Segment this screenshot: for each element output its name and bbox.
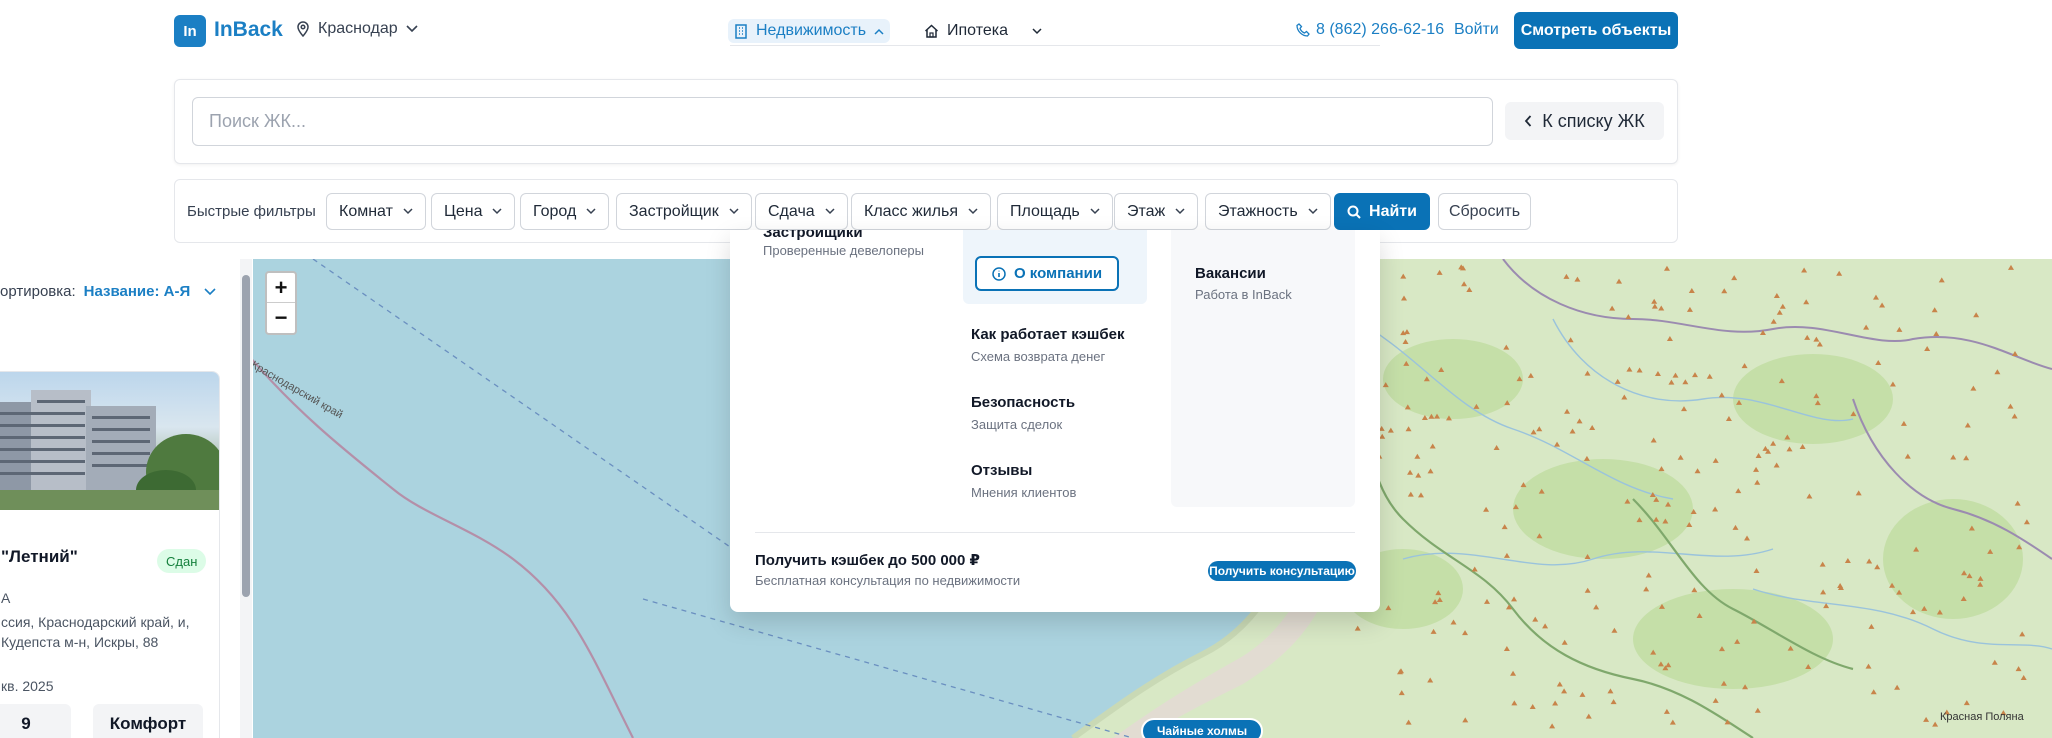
filter-chip-label: Этаж [1127,202,1166,220]
phone-icon [1296,23,1310,37]
menu-item-reviews-title[interactable]: Отзывы [971,462,1032,479]
menu-item-developers-sub: Проверенные девелоперы [763,243,924,258]
nav-mortgage-label: Ипотека [947,22,1009,39]
chevron-down-icon [729,208,739,215]
menu-item-vacancies-title[interactable]: Вакансии [1195,265,1266,282]
sort-row[interactable]: ортировка: Название: А-Я [0,283,190,300]
logo-text[interactable]: InBack [214,18,283,42]
zoom-in-button[interactable]: + [267,273,295,303]
chevron-down-icon [1090,208,1100,215]
complex-developer: A [1,590,11,606]
status-badge: Сдан [157,549,207,573]
login-link[interactable]: Войти [1454,21,1499,39]
building-photo-icon [0,390,219,510]
chevron-down-icon [403,208,413,215]
map-pin[interactable]: Чайные холмы [1141,718,1264,738]
home-icon [924,23,939,38]
back-to-list-button[interactable]: К списку ЖК [1505,102,1664,140]
menu-divider [755,532,1355,533]
map-place-label: Красная Поляна [1940,711,2024,723]
menu-item-vacancies-sub: Работа в InBack [1195,287,1292,302]
chevron-down-icon [1032,27,1042,34]
filter-chip[interactable]: Комнат [326,193,426,230]
menu-item-reviews-sub: Мнения клиентов [971,485,1077,500]
complex-title[interactable]: "Летний" [1,547,78,567]
menu-item-cashback-title[interactable]: Как работает кэшбек [971,326,1124,343]
chevron-down-icon [406,25,418,33]
filter-chip[interactable]: Этаж [1114,193,1199,230]
complex-photo[interactable] [0,372,219,510]
filter-chip-label: Площадь [1010,202,1080,220]
filter-chip[interactable]: Сдача [755,193,848,230]
complex-stat-floors: 9 [0,704,71,738]
nav-realty[interactable]: Недвижимость [728,19,891,43]
view-objects-button[interactable]: Смотреть объекты [1514,12,1678,49]
chevron-down-icon [586,208,596,215]
cashback-promo-sub: Бесплатная консультация по недвижимости [755,573,1021,588]
nav-realty-label: Недвижимость [756,22,867,39]
filter-chip-label: Комнат [339,202,393,220]
complex-delivery-date: кв. 2025 [1,678,54,694]
filter-chip[interactable]: Цена [431,193,516,230]
menu-item-cashback-sub: Схема возврата денег [971,349,1106,364]
complex-address: ссия, Краснодарский край, и, Кудепста м-… [1,614,190,650]
phone-number: 8 (862) 266-62-16 [1316,21,1445,38]
zoom-out-button[interactable]: − [267,303,295,333]
filter-chip[interactable]: Класс жилья [851,193,991,230]
about-company-label: О компании [1013,265,1103,282]
back-to-list-label: К списку ЖК [1542,110,1645,131]
logo-mark[interactable]: In [174,15,206,47]
list-scrollbar-thumb[interactable] [242,275,250,597]
city-label: Краснодар [318,20,398,37]
menu-item-security-sub: Защита сделок [971,417,1063,432]
nav-mortgage[interactable]: Ипотека [924,19,1042,43]
search-panel: К списку ЖК [174,79,1678,164]
find-button[interactable]: Найти [1334,193,1430,230]
chevron-down-icon [1308,208,1318,215]
nav-divider [730,45,1380,46]
realty-dropdown-menu: Застройщики Проверенные девелоперы О ком… [730,230,1380,612]
chevron-down-icon [825,208,835,215]
chevron-up-icon [874,28,884,35]
quick-filters-label: Быстрые фильтры [187,203,316,220]
complex-card[interactable]: "Летний" Сдан A ссия, Краснодарский край… [0,371,220,738]
city-selector[interactable]: Краснодар [296,20,418,38]
search-icon [1347,205,1361,219]
location-pin-icon [297,21,309,37]
filter-chip-label: Цена [444,202,483,220]
info-icon [992,266,1006,281]
filter-chip[interactable]: Застройщик [616,193,752,230]
zoom-control: + − [265,271,297,335]
chevron-down-icon [492,208,502,215]
filter-chip-label: Класс жилья [864,202,958,220]
about-company-button[interactable]: О компании [975,256,1119,291]
filter-chip[interactable]: Площадь [997,193,1113,230]
phone-link[interactable]: 8 (862) 266-62-16 [1296,21,1444,39]
chevron-left-icon [1525,115,1532,127]
menu-item-security-title[interactable]: Безопасность [971,394,1075,411]
sort-value: Название: А-Я [83,283,191,300]
filter-chip-label: Этажность [1218,202,1298,220]
chevron-down-icon [1175,208,1185,215]
menu-item-developers-title[interactable]: Застройщики [763,230,863,241]
results-list: ортировка: Название: А-Я "Летний" Сдан A [0,259,252,738]
filter-chip-label: Сдача [768,202,815,220]
building-icon [735,23,747,39]
top-header: In InBack Краснодар Недвижимость Ипотека… [0,0,2052,64]
chevron-down-icon[interactable] [204,288,216,296]
filter-chip[interactable]: Этажность [1205,193,1331,230]
complex-stat-class: Комфорт [93,704,203,738]
get-consultation-button[interactable]: Получить консультацию [1208,561,1356,581]
chevron-down-icon [968,208,978,215]
filter-chip-label: Город [533,202,577,220]
filter-chip[interactable]: Город [520,193,610,230]
reset-button[interactable]: Сбросить [1438,193,1531,230]
cashback-promo-title: Получить кэшбек до 500 000 ₽ [755,552,980,569]
search-input[interactable] [192,97,1493,146]
find-label: Найти [1369,202,1417,220]
filter-chip-label: Застройщик [629,202,719,220]
sort-label: ортировка: [0,283,76,300]
